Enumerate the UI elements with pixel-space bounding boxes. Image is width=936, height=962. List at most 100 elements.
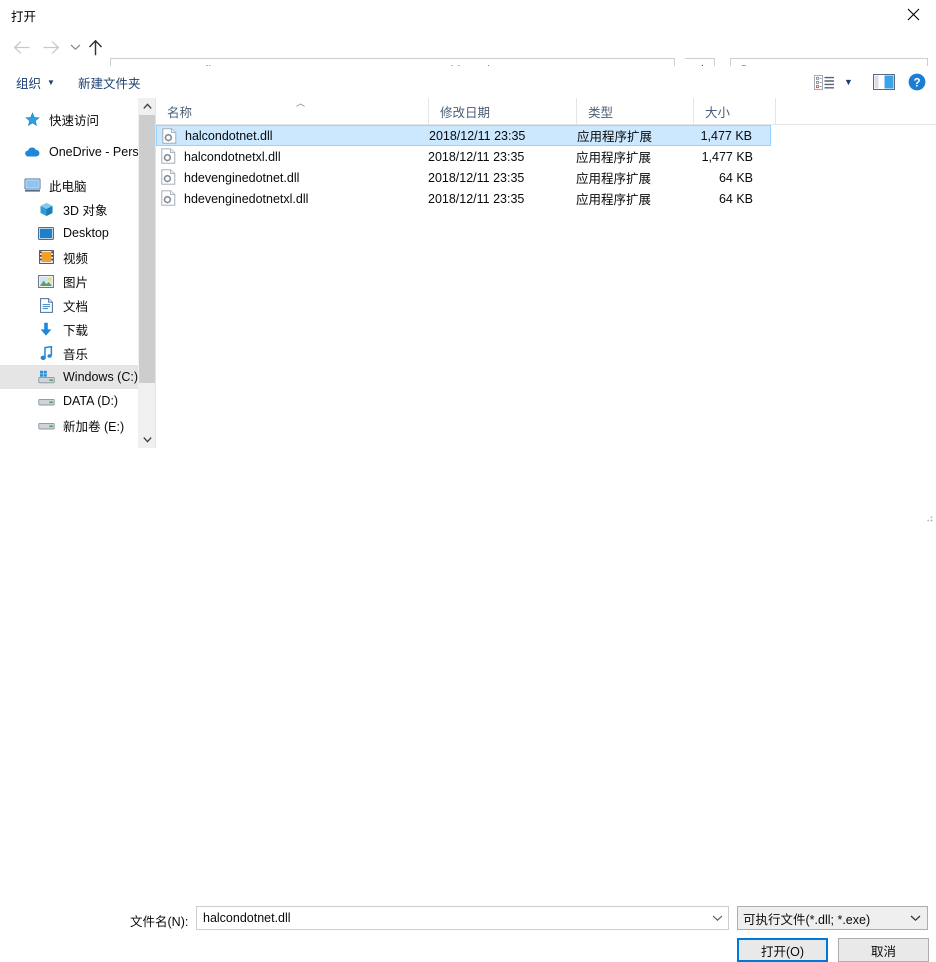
file-date: 2018/12/11 23:35 [429, 128, 526, 143]
close-button[interactable] [890, 0, 936, 28]
cancel-button[interactable]: 取消 [838, 938, 929, 962]
file-type-filter-select[interactable]: 可执行文件(*.dll; *.exe) [737, 906, 928, 930]
sidebar-item-label: 视频 [63, 251, 89, 266]
sidebar-item-label: 新加卷 (E:) [63, 419, 125, 434]
view-options-icon [814, 74, 834, 90]
navigation-pane: 快速访问 OneDrive - Pers 此电脑 3D 对象 Desktop 视… [0, 98, 138, 448]
up-arrow-icon [88, 39, 102, 55]
window-title: 打开 [11, 10, 37, 24]
sidebar-item-label: 快速访问 [49, 113, 100, 128]
file-list-pane: ︿ 名称 修改日期 类型 大小 halcondotnet.dll 2018/12… [156, 98, 936, 448]
forward-arrow-icon [42, 40, 59, 54]
sidebar-item-3d-objects[interactable]: 3D 对象 [0, 197, 138, 221]
table-row[interactable]: hdevenginedotnet.dll 2018/12/11 23:35 应用… [156, 167, 771, 188]
cloud-icon [22, 142, 42, 162]
scroll-up-icon [143, 103, 152, 109]
chevron-down-icon [70, 44, 80, 51]
windows-drive-icon [36, 367, 56, 387]
table-row[interactable]: halcondotnet.dll 2018/12/11 23:35 应用程序扩展… [156, 125, 771, 146]
sidebar-item-pictures[interactable]: 图片 [0, 269, 138, 293]
file-date: 2018/12/11 23:35 [428, 149, 525, 164]
filename-dropdown-button[interactable] [706, 914, 728, 922]
sidebar-item-label: DATA (D:) [63, 394, 119, 408]
preview-pane-button[interactable] [873, 66, 895, 98]
dialog-footer: 文件名(N): halcondotnet.dll 可执行文件(*.dll; *.… [0, 448, 936, 962]
3d-objects-icon [36, 199, 56, 219]
filename-value[interactable]: halcondotnet.dll [197, 911, 706, 925]
new-folder-button[interactable]: 新建文件夹 [78, 66, 141, 98]
filename-input[interactable]: halcondotnet.dll [196, 906, 729, 930]
file-name: hdevenginedotnetxl.dll [184, 191, 309, 206]
sidebar-item-label: 文档 [63, 299, 89, 314]
help-button[interactable]: ? [908, 66, 926, 98]
file-name: halcondotnet.dll [185, 128, 273, 143]
column-header-date[interactable]: 修改日期 [428, 98, 576, 124]
navigation-pane-scrollbar[interactable] [138, 98, 156, 448]
column-header-size[interactable]: 大小 [693, 98, 775, 124]
sidebar-item-windows-c[interactable]: Windows (C:) [0, 365, 138, 389]
sort-ascending-icon: ︿ [296, 98, 306, 108]
file-date: 2018/12/11 23:35 [428, 170, 525, 185]
file-type: 应用程序扩展 [576, 172, 652, 186]
resize-gripper[interactable] [923, 512, 933, 522]
computer-icon [22, 175, 42, 195]
column-header-name[interactable]: ︿ 名称 [156, 98, 428, 124]
scroll-up-button[interactable] [139, 98, 156, 115]
organize-button[interactable]: 组织 ▼ [16, 66, 55, 98]
filter-dropdown-icon [903, 914, 927, 922]
star-icon [22, 109, 42, 129]
column-header-row: ︿ 名称 修改日期 类型 大小 [156, 98, 936, 125]
sidebar-item-onedrive[interactable]: OneDrive - Pers [0, 140, 138, 164]
drive-icon [36, 415, 56, 435]
sidebar-item-documents[interactable]: 文档 [0, 293, 138, 317]
view-options-button[interactable]: ▼ [814, 66, 853, 98]
new-folder-label: 新建文件夹 [78, 76, 141, 91]
sidebar-item-quick-access[interactable]: 快速访问 [0, 107, 138, 131]
sidebar-item-new-volume-e[interactable]: 新加卷 (E:) [0, 413, 138, 437]
file-size: 1,477 KB [701, 149, 753, 164]
scroll-down-icon [143, 437, 152, 443]
sidebar-item-videos[interactable]: 视频 [0, 245, 138, 269]
sidebar-item-data-d[interactable]: DATA (D:) [0, 389, 138, 413]
help-icon: ? [908, 73, 926, 91]
sidebar-item-this-pc[interactable]: 此电脑 [0, 173, 138, 197]
forward-button[interactable] [36, 28, 66, 66]
sidebar-item-label: 音乐 [63, 347, 89, 362]
file-rows: halcondotnet.dll 2018/12/11 23:35 应用程序扩展… [156, 125, 936, 448]
open-button[interactable]: 打开(O) [737, 938, 828, 962]
navigation-bar: « Program Files › MVTec › HALCON-18.11-P… [0, 28, 936, 84]
sidebar-item-desktop[interactable]: Desktop [0, 221, 138, 245]
sidebar-item-downloads[interactable]: 下载 [0, 317, 138, 341]
scrollbar-thumb[interactable] [139, 115, 156, 383]
back-arrow-icon [13, 40, 30, 54]
column-header-type[interactable]: 类型 [576, 98, 693, 124]
back-button[interactable] [6, 28, 36, 66]
table-row[interactable]: halcondotnetxl.dll 2018/12/11 23:35 应用程序… [156, 146, 771, 167]
sidebar-item-music[interactable]: 音乐 [0, 341, 138, 365]
dll-file-icon [161, 169, 178, 186]
file-date: 2018/12/11 23:35 [428, 191, 525, 206]
music-icon [36, 343, 56, 363]
sidebar-item-label: 图片 [63, 275, 89, 290]
column-header-label: 大小 [705, 105, 731, 120]
toolbar: 组织 ▼ 新建文件夹 ▼ ? [0, 66, 936, 98]
up-one-level-button[interactable] [80, 28, 110, 66]
dialog-content: 快速访问 OneDrive - Pers 此电脑 3D 对象 Desktop 视… [0, 98, 936, 448]
table-row[interactable]: hdevenginedotnetxl.dll 2018/12/11 23:35 … [156, 188, 771, 209]
file-size: 64 KB [718, 191, 753, 206]
documents-icon [36, 295, 56, 315]
column-header-label: 修改日期 [440, 105, 491, 120]
sidebar-item-label: Windows (C:) [63, 370, 138, 384]
chevron-down-icon: ▼ [47, 77, 55, 87]
scroll-down-button[interactable] [139, 431, 156, 448]
dll-file-icon [161, 190, 178, 207]
cancel-button-label: 取消 [870, 944, 896, 959]
open-button-label: 打开(O) [760, 944, 805, 959]
organize-label: 组织 [16, 76, 42, 91]
title-bar: 打开 [0, 0, 936, 28]
close-icon [907, 8, 919, 20]
file-type-filter-value: 可执行文件(*.dll; *.exe) [743, 912, 871, 927]
sidebar-item-label: OneDrive - Pers [49, 145, 138, 159]
drive-icon [36, 391, 56, 411]
